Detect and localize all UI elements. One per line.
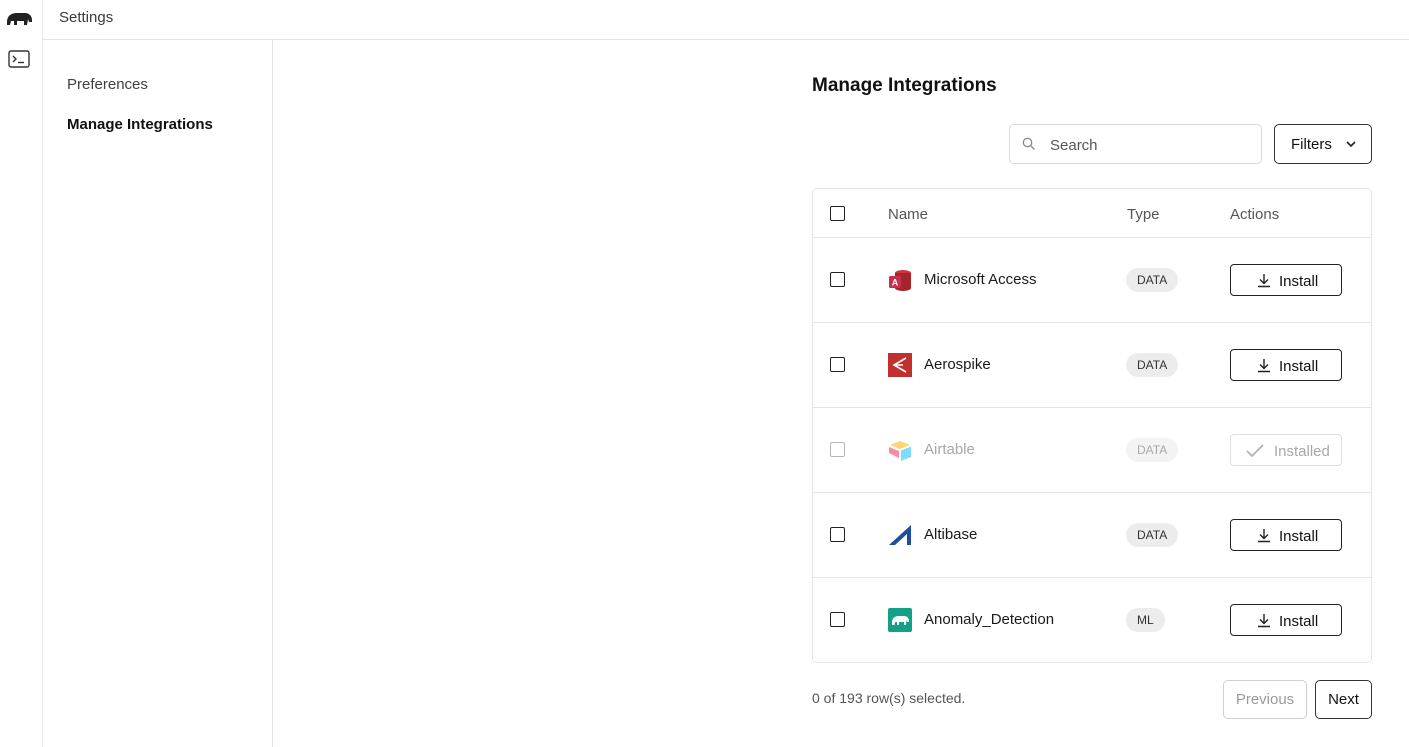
- table-row: Altibase DATA Install: [813, 493, 1371, 578]
- integration-name: Microsoft Access: [924, 271, 1037, 288]
- install-label: Install: [1279, 358, 1319, 375]
- altibase-icon: [889, 525, 911, 545]
- type-badge: DATA: [1126, 268, 1179, 292]
- search-input[interactable]: [1050, 133, 1250, 157]
- row-checkbox: [830, 442, 845, 457]
- download-icon: [1258, 359, 1270, 373]
- type-badge: DATA: [1126, 353, 1179, 377]
- svg-text:A: A: [892, 278, 899, 288]
- previous-page-button[interactable]: Previous: [1223, 680, 1307, 719]
- type-badge: DATA: [1126, 438, 1179, 462]
- top-bar: Settings: [43, 0, 1409, 40]
- install-label: Install: [1279, 273, 1319, 290]
- row-checkbox[interactable]: [830, 272, 845, 287]
- page-title: Settings: [59, 9, 114, 26]
- filters-label: Filters: [1291, 136, 1332, 153]
- download-icon: [1258, 614, 1270, 628]
- install-label: Install: [1279, 528, 1319, 545]
- installed-label: Installed: [1274, 443, 1330, 460]
- download-icon: [1258, 274, 1270, 288]
- icon-rail: [0, 0, 43, 747]
- aerospike-icon: [888, 353, 912, 377]
- row-checkbox[interactable]: [830, 527, 845, 542]
- select-all-checkbox[interactable]: [830, 206, 845, 221]
- integration-name: Altibase: [924, 526, 978, 543]
- install-button[interactable]: Install: [1230, 264, 1342, 296]
- column-header-type: Type: [1127, 206, 1160, 223]
- row-checkbox[interactable]: [830, 612, 845, 627]
- row-checkbox[interactable]: [830, 357, 845, 372]
- column-header-name: Name: [888, 206, 929, 223]
- next-page-button[interactable]: Next: [1315, 680, 1372, 719]
- integration-name: Anomaly_Detection: [924, 611, 1055, 628]
- airtable-icon: [889, 441, 911, 461]
- section-heading: Manage Integrations: [812, 75, 997, 96]
- anomaly-detection-icon: [888, 608, 912, 632]
- table-row: Anomaly_Detection ML Install: [813, 578, 1371, 663]
- filters-button[interactable]: Filters: [1274, 124, 1372, 164]
- nav-item-preferences[interactable]: Preferences: [67, 76, 148, 93]
- installed-button: Installed: [1230, 434, 1342, 466]
- install-button[interactable]: Install: [1230, 604, 1342, 636]
- settings-nav: Preferences Manage Integrations: [43, 40, 273, 747]
- install-label: Install: [1279, 613, 1319, 630]
- type-badge: DATA: [1126, 523, 1179, 547]
- search-box[interactable]: [1009, 124, 1262, 164]
- table-row: Aerospike DATA Install: [813, 323, 1371, 408]
- table-header: Name Type Actions: [813, 189, 1371, 238]
- bear-logo-icon[interactable]: [5, 8, 33, 30]
- check-icon: [1246, 444, 1264, 458]
- download-icon: [1258, 529, 1270, 543]
- install-button[interactable]: Install: [1230, 349, 1342, 381]
- type-badge: ML: [1126, 608, 1165, 632]
- column-header-actions: Actions: [1230, 206, 1280, 223]
- table-row: Airtable DATA Installed: [813, 408, 1371, 493]
- search-icon: [1022, 137, 1035, 150]
- nav-item-manage-integrations[interactable]: Manage Integrations: [67, 116, 213, 133]
- integration-name: Aerospike: [924, 356, 991, 373]
- integration-name: Airtable: [924, 441, 975, 458]
- chevron-down-icon: [1346, 141, 1356, 148]
- selection-status: 0 of 193 row(s) selected.: [812, 690, 966, 706]
- integrations-table: Name Type Actions A Microsoft Access DAT…: [812, 188, 1372, 663]
- install-button[interactable]: Install: [1230, 519, 1342, 551]
- terminal-icon[interactable]: [8, 50, 30, 68]
- table-row: A Microsoft Access DATA Install: [813, 238, 1371, 323]
- microsoft-access-icon: A: [889, 270, 911, 291]
